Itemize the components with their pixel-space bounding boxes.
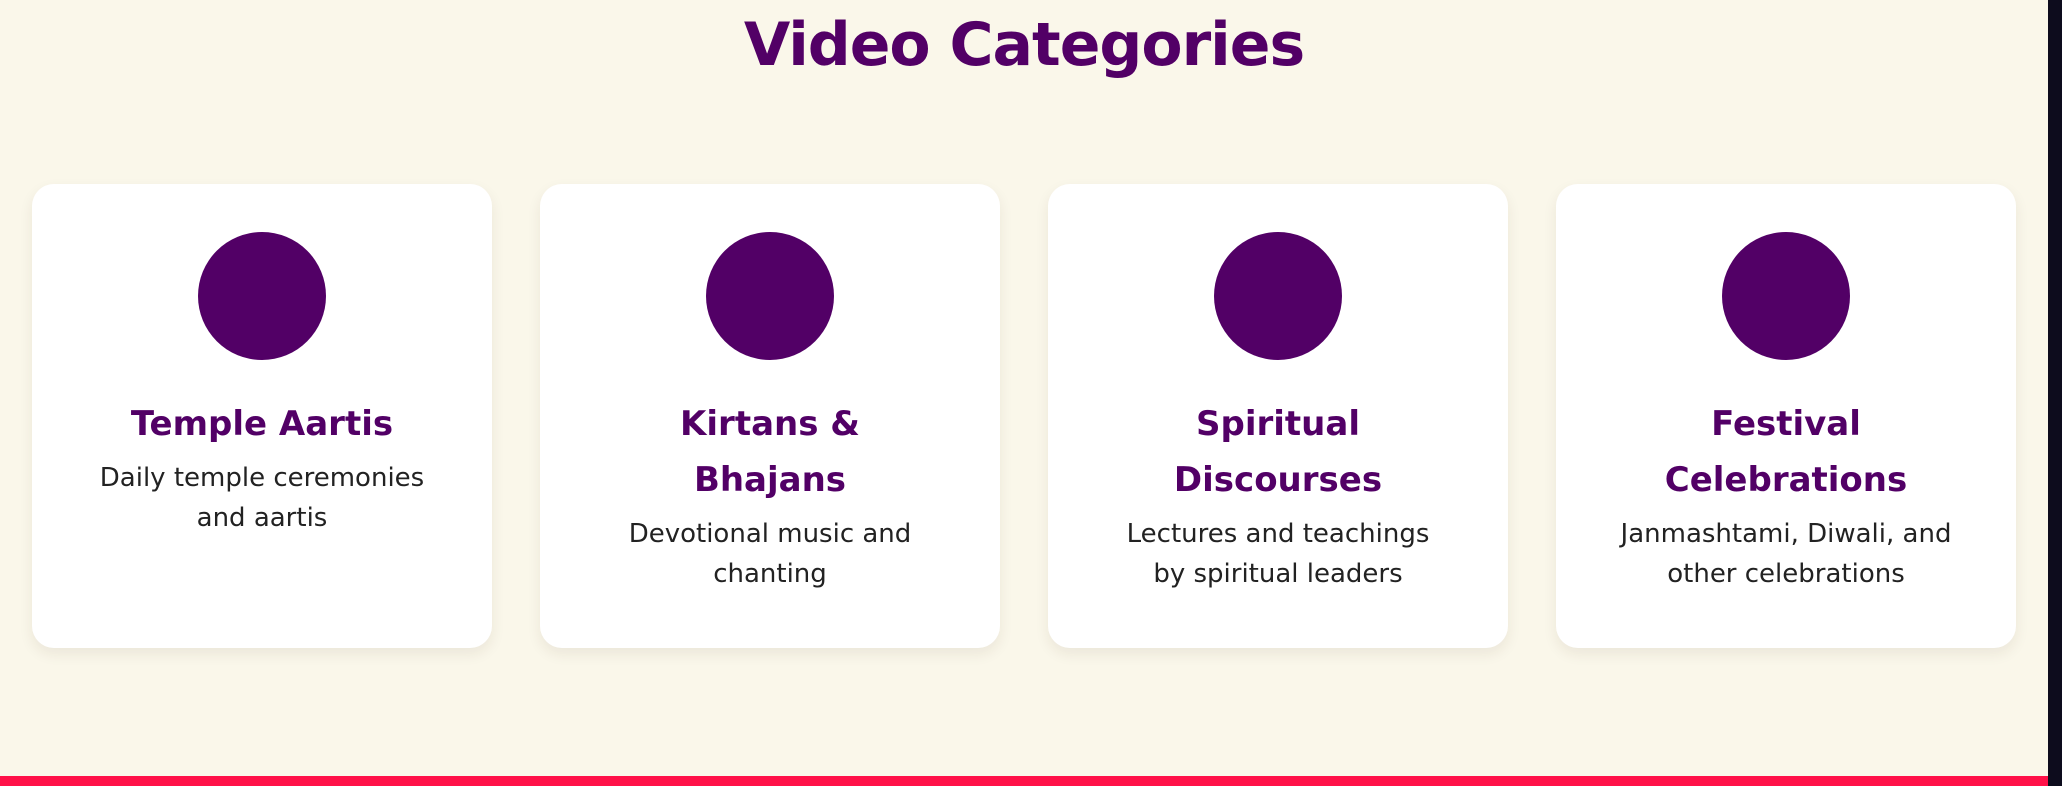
- category-title: Spiritual Discourses: [1173, 404, 1383, 500]
- category-title: Temple Aartis: [130, 404, 394, 444]
- category-circle-icon: [198, 232, 326, 360]
- category-card-festival-celebrations[interactable]: Festival Celebrations Janmashtami, Diwal…: [1556, 184, 2016, 648]
- category-title: Kirtans & Bhajans: [680, 404, 860, 500]
- section-title: Video Categories: [743, 10, 1305, 80]
- bottom-accent-bar: [0, 776, 2048, 786]
- category-cards: Temple Aartis Daily temple ceremonies an…: [32, 184, 2016, 648]
- category-card-kirtans-bhajans[interactable]: Kirtans & Bhajans Devotional music and c…: [540, 184, 1000, 648]
- category-circle-icon: [706, 232, 834, 360]
- category-description: Devotional music and chanting: [628, 519, 912, 589]
- category-title: Festival Celebrations: [1664, 404, 1908, 500]
- category-circle-icon: [1722, 232, 1850, 360]
- category-card-temple-aartis[interactable]: Temple Aartis Daily temple ceremonies an…: [32, 184, 492, 648]
- category-description: Janmashtami, Diwali, and other celebrati…: [1620, 519, 1952, 589]
- category-description: Daily temple ceremonies and aartis: [99, 463, 425, 533]
- category-card-spiritual-discourses[interactable]: Spiritual Discourses Lectures and teachi…: [1048, 184, 1508, 648]
- scrollbar-gutter[interactable]: [2048, 0, 2062, 786]
- video-categories-page: Video Categories Temple Aartis Daily tem…: [0, 0, 2048, 786]
- category-circle-icon: [1214, 232, 1342, 360]
- category-description: Lectures and teachings by spiritual lead…: [1126, 519, 1430, 589]
